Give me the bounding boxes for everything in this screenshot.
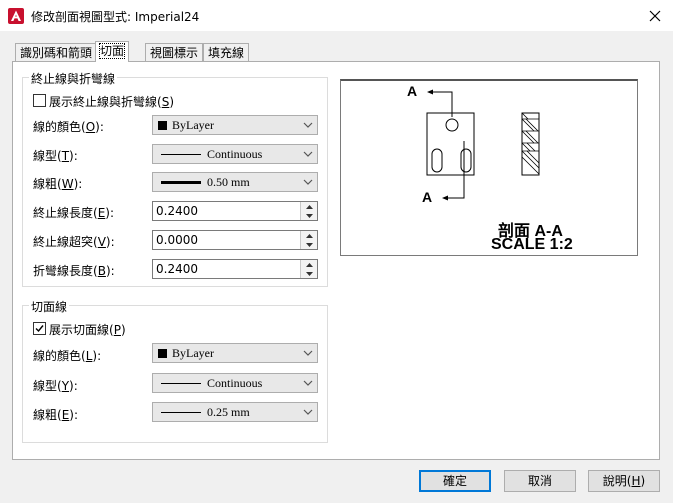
arrow-up-icon xyxy=(305,233,313,238)
section-marker-top: A xyxy=(407,83,418,99)
tab-label: 視圖標示 xyxy=(150,46,199,60)
chevron-down-icon xyxy=(303,151,313,157)
title-bar: 修改剖面視圖型式: Imperial24 xyxy=(0,0,673,31)
arrow-up-icon xyxy=(305,262,313,267)
select-value: 0.25 mm xyxy=(207,405,250,419)
show-section-lines-checkbox[interactable] xyxy=(33,322,46,335)
end-line-color-label: 線的顏色(O): xyxy=(33,120,104,134)
section-line-lineweight-select[interactable]: 0.25 mm xyxy=(152,402,318,422)
section-view-preview: A A 剖面 A-A SCALE 1:2 xyxy=(340,79,638,256)
select-value: Continuous xyxy=(207,376,263,390)
end-line-linetype-label: 線型(T): xyxy=(33,149,78,163)
select-value: 0.50 mm xyxy=(207,175,250,189)
show-end-lines-label: 展示終止線與折彎線(S) xyxy=(49,95,175,109)
chevron-down-icon xyxy=(303,380,313,386)
spin-down-button[interactable] xyxy=(301,269,317,278)
chevron-down-icon xyxy=(303,179,313,185)
section-line-lineweight-label: 線粗(E): xyxy=(33,408,79,422)
linetype-swatch xyxy=(161,383,201,384)
show-section-lines-label: 展示切面線(P) xyxy=(49,323,126,337)
spinner-value: 0.2400 xyxy=(156,262,198,276)
select-value: ByLayer xyxy=(172,118,214,132)
select-value: ByLayer xyxy=(172,346,214,360)
checkmark-icon xyxy=(35,325,44,333)
bend-line-length-spinner[interactable]: 0.2400 xyxy=(152,259,318,279)
autocad-app-icon xyxy=(8,8,24,24)
help-button[interactable]: 說明(H) xyxy=(588,470,660,492)
lineweight-swatch xyxy=(161,181,201,184)
end-lines-group-title: 終止線與折彎線 xyxy=(29,70,118,87)
window-title: 修改剖面視圖型式: Imperial24 xyxy=(31,10,200,24)
tab-view-label[interactable]: 視圖標示 xyxy=(145,43,204,61)
spinner-value: 0.0000 xyxy=(156,233,198,247)
chevron-down-icon xyxy=(303,122,313,128)
spinner-value: 0.2400 xyxy=(156,204,198,218)
arrow-up-icon xyxy=(305,204,313,209)
show-end-lines-checkbox[interactable] xyxy=(33,94,46,107)
arrow-down-icon xyxy=(305,213,313,218)
tab-label: 識別碼和箭頭 xyxy=(20,46,93,60)
section-line-linetype-select[interactable]: Continuous xyxy=(152,373,318,393)
select-value: Continuous xyxy=(207,147,263,161)
tab-label: 切面 xyxy=(98,43,126,59)
spin-down-button[interactable] xyxy=(301,240,317,249)
section-line-color-select[interactable]: ByLayer xyxy=(152,343,318,363)
cancel-button[interactable]: 取消 xyxy=(504,470,576,492)
color-swatch xyxy=(158,349,167,358)
end-line-length-spinner[interactable]: 0.2400 xyxy=(152,201,318,221)
end-line-lineweight-label: 線粗(W): xyxy=(33,177,83,191)
end-line-length-label: 終止線長度(E): xyxy=(33,206,115,220)
close-icon xyxy=(649,10,661,22)
color-swatch xyxy=(158,121,167,130)
scale-label: SCALE 1:2 xyxy=(491,236,573,253)
arrow-down-icon xyxy=(305,271,313,276)
chevron-down-icon xyxy=(303,350,313,356)
tab-label: 填充線 xyxy=(208,46,245,60)
section-marker-bottom: A xyxy=(422,189,433,205)
lineweight-swatch xyxy=(161,412,201,413)
section-line-color-label: 線的顏色(L): xyxy=(33,349,102,363)
end-line-color-select[interactable]: ByLayer xyxy=(152,115,318,135)
tab-identifier-arrows[interactable]: 識別碼和箭頭 xyxy=(15,43,98,61)
section-lines-group-title: 切面線 xyxy=(29,298,70,315)
end-line-lineweight-select[interactable]: 0.50 mm xyxy=(152,172,318,192)
tab-cut[interactable]: 切面 xyxy=(95,41,130,62)
bend-line-length-label: 折彎線長度(B): xyxy=(33,264,115,278)
end-line-overshoot-label: 終止線超突(V): xyxy=(33,235,115,249)
end-line-linetype-select[interactable]: Continuous xyxy=(152,144,318,164)
close-button[interactable] xyxy=(640,3,670,29)
ok-button[interactable]: 確定 xyxy=(419,470,491,492)
preview-drawing xyxy=(426,89,540,201)
section-line-linetype-label: 線型(Y): xyxy=(33,379,78,393)
chevron-down-icon xyxy=(303,409,313,415)
end-line-overshoot-spinner[interactable]: 0.0000 xyxy=(152,230,318,250)
spin-down-button[interactable] xyxy=(301,211,317,220)
linetype-swatch xyxy=(161,154,201,155)
tab-hatch[interactable]: 填充線 xyxy=(203,43,250,61)
arrow-down-icon xyxy=(305,242,313,247)
